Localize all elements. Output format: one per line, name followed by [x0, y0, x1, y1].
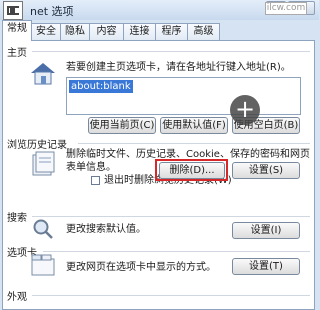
- home-url-value: about:blank: [69, 80, 133, 93]
- divider: [43, 251, 310, 252]
- search-description: 更改搜索默认值。: [66, 224, 146, 235]
- highlight-box: [155, 159, 228, 181]
- delete-on-exit-checkbox[interactable]: [91, 176, 100, 185]
- tab-programs[interactable]: 程序: [155, 23, 188, 40]
- watermark-badge: ilcw.com: [265, 2, 307, 15]
- tab-bar: 常规 安全 隐私 内容 连接 程序 高级: [0, 20, 319, 41]
- search-section-label: 搜索: [7, 213, 27, 224]
- home-section-label: 主页: [7, 48, 27, 59]
- search-settings-button[interactable]: 设置(I): [232, 222, 300, 239]
- history-icon: [32, 151, 55, 176]
- tab-privacy[interactable]: 隐私: [60, 23, 90, 40]
- app-icon: [3, 1, 23, 20]
- tab-security[interactable]: 安全: [31, 23, 61, 40]
- house-icon: [31, 63, 55, 85]
- tab-general[interactable]: 常规: [2, 20, 32, 41]
- tabs-description: 更改网页在选项卡中显示的方式。: [66, 262, 216, 273]
- use-default-button[interactable]: 使用默认值(F): [160, 117, 228, 134]
- home-description: 若要创建主页选项卡，请在各地址行键入地址(R)。: [66, 62, 291, 73]
- appearance-section-label: 外观: [7, 292, 27, 303]
- home-url-input[interactable]: about:blank: [66, 77, 301, 115]
- divider: [32, 216, 310, 217]
- tabs-settings-button[interactable]: 设置(T): [232, 258, 300, 275]
- divider: [78, 143, 310, 144]
- plus-icon: +: [230, 95, 260, 125]
- history-settings-button[interactable]: 设置(S): [232, 162, 300, 179]
- tab-content[interactable]: 内容: [89, 23, 124, 40]
- tab-advanced[interactable]: 高级: [187, 23, 220, 40]
- search-icon: [33, 219, 53, 239]
- window-title: net 选项: [30, 5, 74, 18]
- use-current-button[interactable]: 使用当前页(C): [88, 117, 156, 134]
- divider: [32, 295, 310, 296]
- history-description-line2: 表单信息。: [66, 162, 116, 173]
- tab-connections[interactable]: 连接: [123, 23, 156, 40]
- divider: [32, 51, 310, 52]
- tabs-icon: [31, 254, 55, 276]
